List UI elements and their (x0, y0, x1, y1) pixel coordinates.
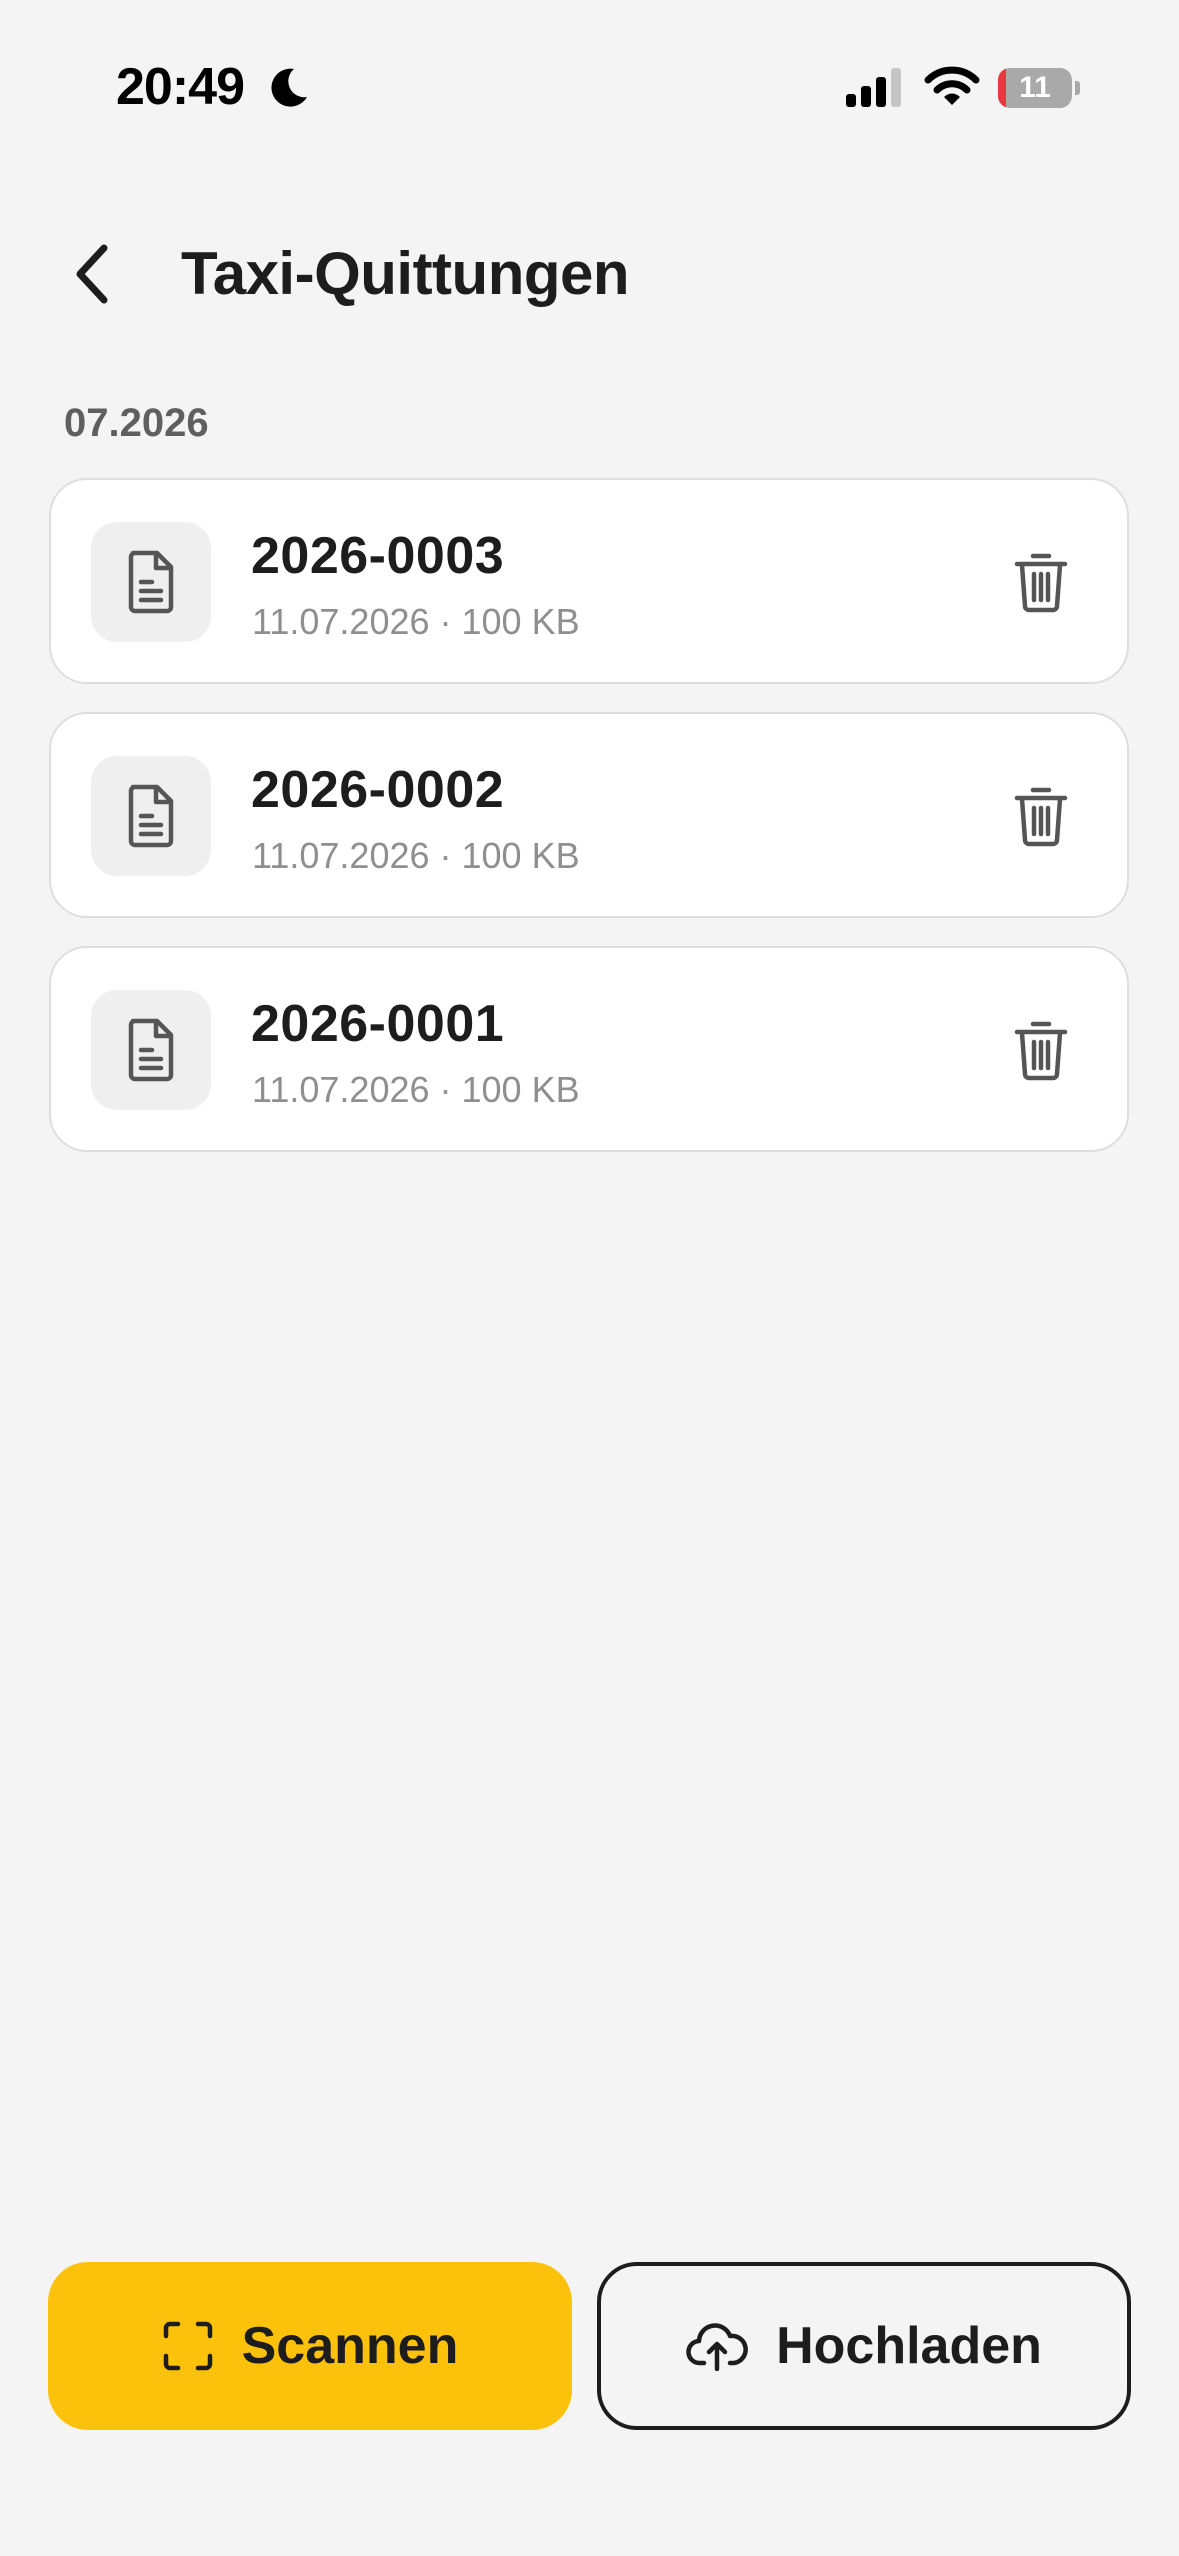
battery-indicator: 11 (998, 68, 1080, 108)
file-card[interactable]: 2026-0002 11.07.2026 · 100 KB (49, 712, 1129, 918)
trash-icon (1014, 1021, 1068, 1081)
file-name: 2026-0001 (251, 995, 505, 1053)
document-icon (128, 784, 174, 848)
file-name: 2026-0003 (251, 527, 505, 585)
battery-cap (1075, 81, 1080, 95)
file-meta: 11.07.2026 · 100 KB (252, 1069, 580, 1110)
file-meta: 11.07.2026 · 100 KB (252, 601, 580, 642)
page-title: Taxi-Quittungen (181, 240, 630, 307)
status-bar: 20:49 11 (0, 0, 1179, 150)
section-month-label: 07.2026 (64, 401, 209, 445)
file-meta: 11.07.2026 · 100 KB (252, 835, 580, 876)
file-thumbnail (91, 756, 211, 876)
moon-icon (271, 68, 307, 107)
cellular-signal-icon (846, 68, 901, 107)
file-thumbnail (91, 522, 211, 642)
delete-button[interactable] (995, 1004, 1087, 1096)
trash-icon (1014, 553, 1068, 613)
battery-percent: 11 (1019, 71, 1051, 104)
file-thumbnail (91, 990, 211, 1110)
scan-frame-icon (163, 2321, 212, 2371)
cloud-upload-icon (686, 2323, 748, 2371)
file-list: 2026-0003 11.07.2026 · 100 KB 2026-0002 … (49, 478, 1129, 1180)
delete-button[interactable] (995, 536, 1087, 628)
scan-button[interactable]: Scannen (48, 2262, 572, 2430)
status-time: 20:49 (116, 58, 245, 116)
wifi-icon (924, 66, 980, 105)
upload-button-label: Hochladen (776, 2317, 1042, 2375)
file-card[interactable]: 2026-0003 11.07.2026 · 100 KB (49, 478, 1129, 684)
chevron-left-icon (76, 244, 108, 304)
file-name: 2026-0002 (251, 761, 505, 819)
file-card[interactable]: 2026-0001 11.07.2026 · 100 KB (49, 946, 1129, 1152)
delete-button[interactable] (995, 770, 1087, 862)
document-icon (128, 550, 174, 614)
scan-button-label: Scannen (241, 2317, 459, 2375)
document-icon (128, 1018, 174, 1082)
trash-icon (1014, 787, 1068, 847)
back-button[interactable] (52, 234, 132, 314)
upload-button[interactable]: Hochladen (597, 2262, 1131, 2430)
battery-body: 11 (998, 68, 1072, 108)
